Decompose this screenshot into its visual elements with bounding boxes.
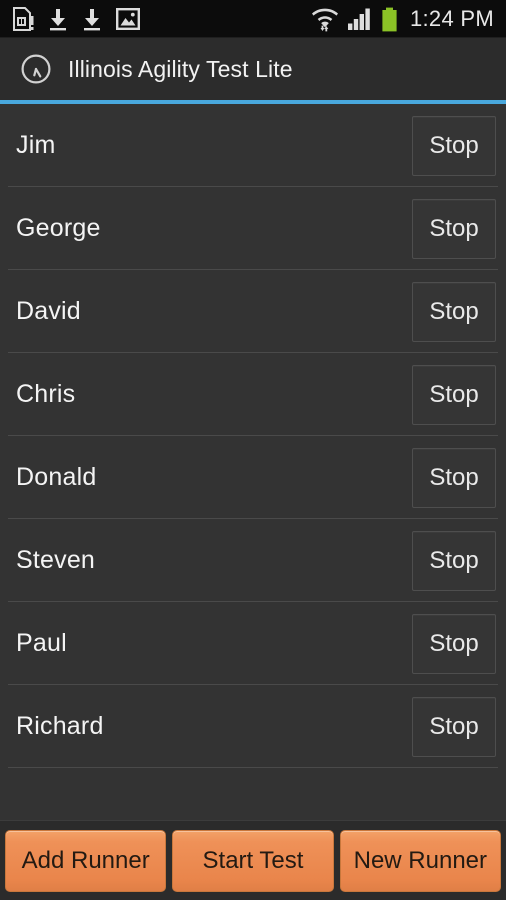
battery-icon	[382, 7, 397, 31]
add-runner-button[interactable]: Add Runner	[5, 829, 167, 892]
wifi-icon	[311, 8, 338, 32]
status-bar-clock: 1:24 PM	[409, 6, 494, 31]
cellular-signal-icon	[347, 8, 370, 30]
app-screen: 1:24 PM Illinois Agility Test Lite Jim St…	[0, 0, 506, 900]
app-title: Illinois Agility Test Lite	[68, 55, 293, 82]
table-row[interactable]: Jim Stop	[0, 104, 506, 187]
table-row[interactable]: David Stop	[0, 270, 506, 353]
stop-button[interactable]: Stop	[412, 198, 496, 259]
runner-name: Paul	[16, 629, 67, 657]
status-bar-system-icons: 1:24 PM	[311, 6, 496, 32]
download-icon	[50, 9, 66, 31]
start-test-button[interactable]: Start Test	[172, 829, 334, 892]
stop-button[interactable]: Stop	[412, 115, 496, 176]
runner-name: Chris	[16, 380, 76, 408]
table-row[interactable]: George Stop	[0, 187, 506, 270]
clock-icon	[21, 54, 51, 84]
stop-button[interactable]: Stop	[412, 696, 496, 757]
table-row[interactable]: Richard Stop	[0, 685, 506, 768]
runner-name: Donald	[16, 463, 97, 491]
stop-button[interactable]: Stop	[412, 364, 496, 425]
action-bar: Illinois Agility Test Lite	[0, 38, 506, 100]
download-icon-2	[84, 9, 100, 31]
status-bar: 1:24 PM	[0, 0, 506, 38]
stop-button[interactable]: Stop	[412, 530, 496, 591]
runner-name: Jim	[16, 131, 56, 159]
runner-name: George	[16, 214, 101, 242]
table-row[interactable]: Donald Stop	[0, 436, 506, 519]
image-icon	[116, 8, 140, 30]
runner-name: Richard	[16, 712, 104, 740]
stop-button[interactable]: Stop	[412, 447, 496, 508]
table-row[interactable]: Paul Stop	[0, 602, 506, 685]
runner-name: Steven	[16, 546, 96, 574]
table-row[interactable]: Chris Stop	[0, 353, 506, 436]
stop-button[interactable]: Stop	[412, 281, 496, 342]
runner-name: David	[16, 297, 81, 325]
runner-list[interactable]: Jim Stop George Stop David Stop Chris Stop Donal…	[0, 104, 506, 820]
status-bar-notification-icons	[12, 7, 140, 31]
sim-card-alert-icon	[13, 7, 34, 31]
table-row[interactable]: Steven Stop	[0, 519, 506, 602]
stop-button[interactable]: Stop	[412, 613, 496, 674]
new-runner-button[interactable]: New Runner	[339, 829, 501, 892]
bottom-action-bar: Add Runner Start Test New Runner	[0, 820, 506, 900]
